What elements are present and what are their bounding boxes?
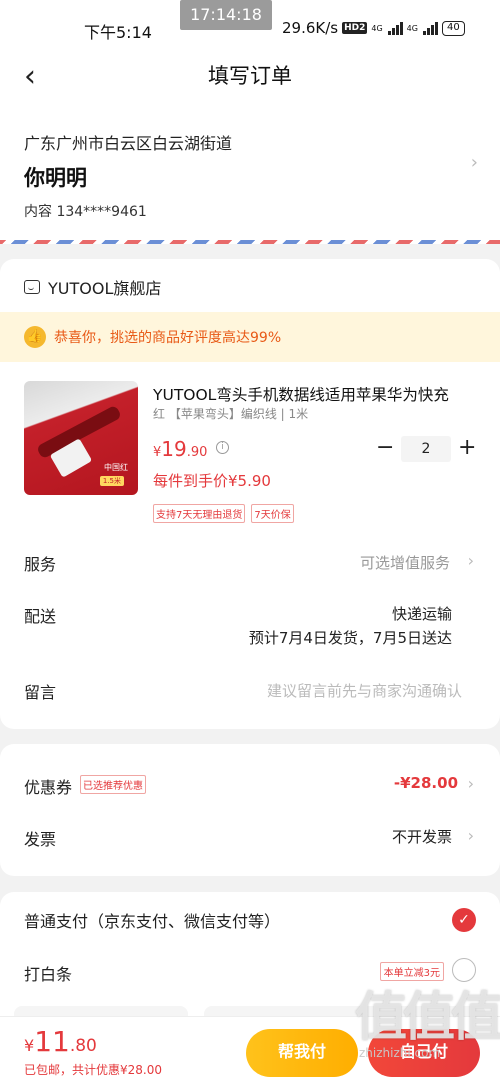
recipient-name: 你明明 bbox=[24, 166, 87, 190]
watermark-logo: 值值值 bbox=[355, 988, 500, 1048]
page-title: 填写订单 bbox=[208, 64, 292, 88]
delivery-label: 配送 bbox=[24, 607, 57, 626]
signal2-label: 4G bbox=[406, 23, 418, 33]
price-dec: .90 bbox=[186, 445, 208, 460]
quantity-minus-button[interactable]: − bbox=[376, 435, 394, 460]
clock-overlay: 17:14:18 bbox=[180, 0, 272, 30]
image-badge-length: 1.5米 bbox=[99, 476, 124, 486]
signal-icon bbox=[387, 21, 403, 35]
service-label: 服务 bbox=[24, 555, 57, 574]
price-int: 19 bbox=[161, 437, 187, 461]
praise-banner: 👍 恭喜你，挑选的商品好评度高达99% bbox=[0, 312, 500, 362]
signal1-label: 4G bbox=[371, 23, 383, 33]
unit-price: 每件到手价¥5.90 bbox=[153, 472, 271, 490]
status-bar: 下午5:14 17:14:18 29.6K/s HD2 4G 4G 40 bbox=[0, 0, 500, 54]
coupon-tag: 已选推荐优惠 bbox=[80, 775, 146, 794]
invoice-label: 发票 bbox=[24, 830, 57, 849]
hd-badge: HD2 bbox=[342, 22, 368, 34]
signal-icon-2 bbox=[422, 21, 438, 35]
check-icon[interactable]: ✓ bbox=[452, 908, 476, 932]
quantity-plus-button[interactable]: + bbox=[458, 435, 476, 460]
store-header[interactable]: YUTOOL旗舰店 bbox=[24, 275, 161, 299]
chevron-right-icon: › bbox=[470, 152, 478, 173]
status-time: 下午5:14 bbox=[84, 23, 152, 42]
service-value[interactable]: 可选增值服务 bbox=[360, 552, 450, 573]
chevron-right-icon: › bbox=[467, 774, 474, 793]
tag-return: 支持7天无理由退货 bbox=[153, 504, 246, 523]
image-badge: 中国红 bbox=[104, 463, 128, 472]
info-icon[interactable]: i bbox=[216, 441, 229, 454]
product-tags: 支持7天无理由退货 7天价保 bbox=[153, 504, 294, 523]
payment-option-normal[interactable]: 普通支付（京东支付、微信支付等） bbox=[24, 908, 280, 932]
total-summary: 已包邮，共计优惠¥28.00 bbox=[24, 1063, 162, 1077]
product-spec[interactable]: 红 【苹果弯头】编织线 | 1米 bbox=[153, 405, 308, 422]
product-title[interactable]: YUTOOL弯头手机数据线适用苹果华为快充 bbox=[153, 383, 473, 405]
payment-option-baitiao[interactable]: 打白条 bbox=[24, 961, 72, 985]
total-dec: .80 bbox=[69, 1036, 97, 1056]
radio-button[interactable] bbox=[452, 958, 476, 982]
quantity-field[interactable]: 2 bbox=[401, 436, 451, 462]
chevron-right-icon: › bbox=[467, 826, 474, 845]
status-indicators: 29.6K/s HD2 4G 4G 40 bbox=[282, 19, 465, 37]
battery-icon: 40 bbox=[441, 20, 465, 36]
total-int: 11 bbox=[34, 1025, 70, 1058]
recipient-phone: 内容 134****9461 bbox=[24, 204, 147, 220]
watermark-url: zhizhizhi.com bbox=[359, 1046, 441, 1060]
praise-text: 恭喜你，挑选的商品好评度高达99% bbox=[54, 330, 282, 346]
message-input[interactable]: 建议留言前先与商家沟通确认 bbox=[267, 680, 462, 701]
promo-tag: 本单立减3元 bbox=[379, 962, 444, 981]
message-label: 留言 bbox=[24, 683, 57, 702]
store-icon bbox=[24, 280, 40, 294]
net-speed: 29.6K/s bbox=[282, 19, 339, 37]
thumbs-up-icon: 👍 bbox=[24, 326, 46, 348]
tag-price-protect: 7天价保 bbox=[251, 504, 294, 523]
envelope-stripe bbox=[0, 240, 500, 244]
store-name: YUTOOL旗舰店 bbox=[48, 279, 162, 298]
watermark: 值值值 zhizhizhi.com bbox=[355, 990, 500, 1083]
discount-card: 优惠券 已选推荐优惠 -¥28.00 › 发票 不开发票 › bbox=[0, 744, 500, 876]
help-pay-button[interactable]: 帮我付 bbox=[246, 1029, 358, 1077]
delivery-value[interactable]: 快递运输 bbox=[392, 603, 452, 624]
total-price: ¥11.80 bbox=[24, 1025, 97, 1058]
chevron-right-icon: › bbox=[467, 551, 474, 570]
address-line: 广东广州市白云区白云湖街道 bbox=[24, 134, 233, 153]
coupon-label: 优惠券 bbox=[24, 778, 73, 797]
delivery-eta: 预计7月4日发货，7月5日送达 bbox=[248, 629, 452, 647]
product-image[interactable]: 中国红 1.5米 bbox=[24, 381, 138, 495]
total-currency: ¥ bbox=[24, 1036, 35, 1055]
coupon-value[interactable]: -¥28.00 bbox=[394, 774, 458, 792]
invoice-value[interactable]: 不开发票 bbox=[392, 826, 452, 847]
nav-bar: ‹ 填写订单 bbox=[0, 54, 500, 104]
product-price: ¥19.90 bbox=[153, 437, 207, 461]
address-card[interactable]: 广东广州市白云区白云湖街道 你明明 内容 134****9461 › bbox=[0, 104, 500, 244]
product-card: YUTOOL旗舰店 👍 恭喜你，挑选的商品好评度高达99% 中国红 1.5米 Y… bbox=[0, 259, 500, 729]
